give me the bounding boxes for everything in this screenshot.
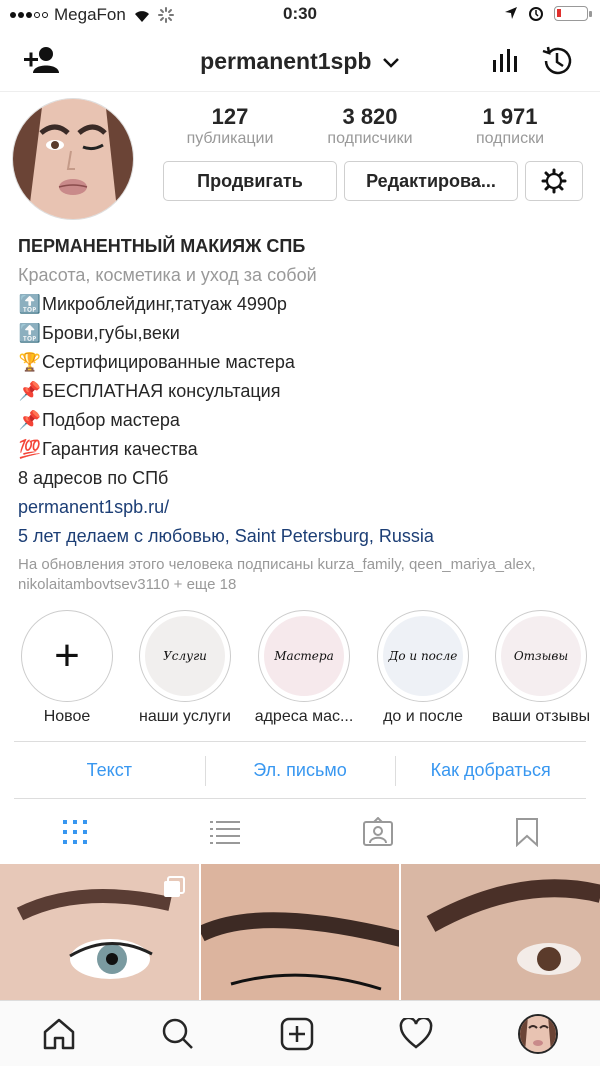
profile-header-bar: permanent1spb [0,30,600,92]
carousel-icon [163,876,185,897]
tagged-icon[interactable] [362,816,394,847]
avatar-mini [519,1015,556,1052]
saved-icon[interactable] [515,817,539,847]
story-highlights: + Новое Услуги наши услуги Мастера адрес… [0,610,600,730]
avatar-illustration [13,99,133,219]
bio-line-text: Сертифицированные мастера [42,352,295,372]
bio-line: 🔝Брови,губы,веки [18,319,588,348]
bio-line: 💯Гарантия качества [18,435,588,464]
profile-stats: 127 публикации 3 820 подписчики 1 971 по… [160,104,580,148]
hundred-emoji-icon: 💯 [18,439,42,459]
highlight-label: адреса мас... [254,708,354,725]
search-icon[interactable] [161,1017,195,1051]
followers-count[interactable]: 3 820 подписчики [300,104,440,148]
highlight-cover: + [21,610,113,702]
new-post-icon[interactable] [280,1017,314,1051]
highlight-new[interactable]: + Новое [8,610,126,726]
highlight-cover: Услуги [139,610,231,702]
plus-icon: + [54,631,80,680]
website-link[interactable]: permanent1spb.ru/ [18,493,588,522]
username: permanent1spb [200,48,372,74]
stat-value: 1 971 [482,104,538,129]
settings-button[interactable] [525,161,583,201]
stat-label: подписчики [327,130,413,147]
bio-line-text: Микроблейдинг,татуаж 4990р [42,294,287,314]
post-thumbnail[interactable] [401,864,600,1000]
highlight-masters[interactable]: Мастера адреса мас... [245,610,363,726]
highlight-before-after[interactable]: До и после до и после [364,610,482,726]
bio-line: 🔝Микроблейдинг,татуаж 4990р [18,290,588,319]
following-count[interactable]: 1 971 подписки [440,104,580,148]
location-icon [505,7,517,19]
activity-icon[interactable] [399,1017,433,1050]
highlight-label: ваши отзывы [491,708,591,725]
top-emoji-icon: 🔝 [18,294,42,314]
home-icon[interactable] [42,1017,76,1051]
profile-avatar[interactable] [517,1013,558,1054]
trophy-emoji-icon: 🏆 [18,352,42,372]
gear-icon [541,168,567,194]
pushpin-emoji-icon: 📌 [18,410,42,430]
business-category: Красота, косметика и уход за собой [18,265,317,285]
alarm-icon [529,7,543,21]
stat-label: публикации [186,130,274,147]
email-button[interactable]: Эл. письмо [204,742,396,798]
highlight-label: Новое [43,708,91,725]
cover-text: До и после [383,616,463,696]
cover-text: Мастера [264,616,344,696]
highlight-label: наши услуги [139,708,231,725]
post-image [200,864,400,1000]
status-bar: MegaFon 0:30 [0,0,600,30]
edit-profile-button[interactable]: Редактирова... [344,161,518,201]
bio-line: 📌Подбор мастера [18,406,588,435]
insights-icon[interactable] [490,46,518,74]
post-thumbnail[interactable] [200,864,400,1000]
stat-value: 127 [211,104,249,129]
grid-icon[interactable] [61,818,89,846]
addresses-link[interactable]: 8 адресов по СПб [18,464,588,493]
location-link[interactable]: 5 лет делаем с любовью, Saint Petersburg… [18,522,588,551]
stat-value: 3 820 [342,104,398,129]
bio-line-text: Гарантия качества [42,439,198,459]
top-emoji-icon: 🔝 [18,323,42,343]
promote-button[interactable]: Продвигать [163,161,337,201]
posts-count[interactable]: 127 публикации [160,104,300,148]
cover-text: Услуги [145,616,225,696]
battery-icon [554,5,592,21]
display-name: ПЕРМАНЕНТНЫЙ МАКИЯЖ СПБ [18,236,306,256]
pushpin-emoji-icon: 📌 [18,381,42,401]
directions-button[interactable]: Как добраться [395,742,586,798]
bottom-tab-bar [0,1000,600,1066]
highlight-cover: До и после [377,610,469,702]
archive-icon[interactable] [540,44,574,78]
bio-line-text: Подбор мастера [42,410,180,430]
highlight-reviews[interactable]: Отзывы ваши отзывы [482,610,600,726]
contact-options: Текст Эл. письмо Как добраться [14,741,586,799]
bio-line-text: БЕСПЛАТНАЯ консультация [42,381,281,401]
posts-grid [0,864,600,1000]
stat-label: подписки [475,130,545,147]
bio-line: 📌БЕСПЛАТНАЯ консультация [18,377,588,406]
highlight-label: до и после [383,708,463,725]
highlight-cover: Мастера [258,610,350,702]
profile-bio: ПЕРМАНЕНТНЫЙ МАКИЯЖ СПБ Красота, космети… [18,232,588,595]
cover-text: Отзывы [501,616,581,696]
highlight-services[interactable]: Услуги наши услуги [126,610,244,726]
list-icon[interactable] [210,818,241,846]
post-thumbnail[interactable] [0,864,199,1000]
post-image [401,864,600,1000]
chevron-down-icon [382,58,399,68]
profile-avatar[interactable] [12,98,134,220]
text-button[interactable]: Текст [14,742,205,798]
bio-line-text: Брови,губы,веки [42,323,180,343]
status-icons [504,5,592,21]
highlight-cover: Отзывы [495,610,587,702]
profile-tabs [0,800,600,863]
bio-line: 🏆Сертифицированные мастера [18,348,588,377]
followed-by-text[interactable]: На обновления этого человека подписаны k… [18,555,588,595]
